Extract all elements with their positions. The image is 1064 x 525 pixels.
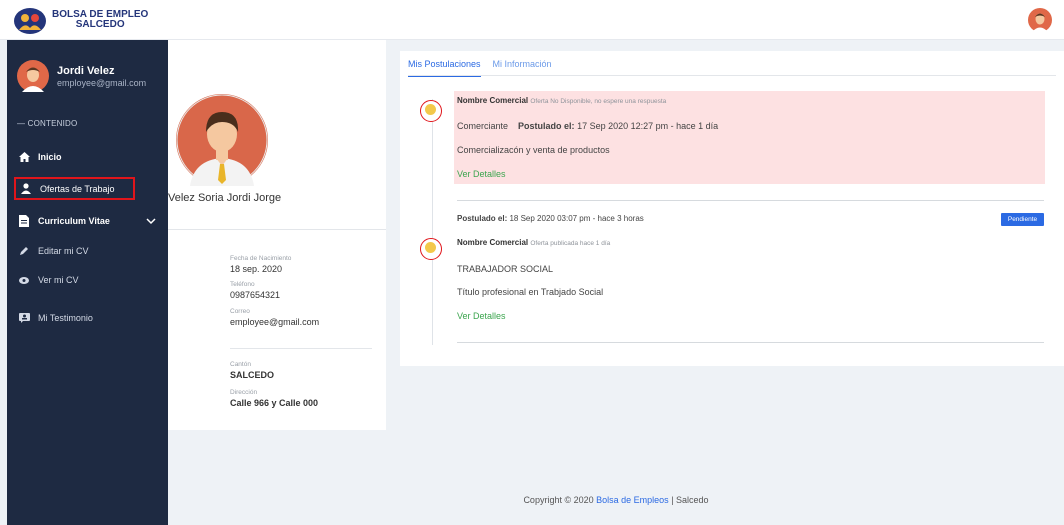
field-value: 0987654321	[230, 290, 281, 300]
document-icon	[18, 215, 30, 227]
details-link[interactable]: Ver Detalles	[457, 311, 506, 321]
field-value: Calle 966 y Calle 000	[230, 398, 319, 408]
divider	[168, 229, 386, 230]
field-label: Dirección	[230, 389, 258, 396]
company-name: Nombre Comercial	[457, 238, 529, 247]
timeline-line	[432, 99, 433, 345]
postulation-description: Comercializacón y venta de productos	[457, 145, 610, 155]
profile-card: Velez Soria Jordi Jorge Fecha de Nacimie…	[168, 40, 386, 430]
field-label: Correo	[230, 308, 250, 315]
avatar[interactable]	[1028, 8, 1052, 32]
divider	[230, 348, 372, 349]
field-label: Fecha de Nacimiento	[230, 255, 292, 262]
sidebar-item-ofertas[interactable]: Ofertas de Trabajo	[14, 177, 135, 200]
field-phone: Teléfono 0987654321	[230, 281, 280, 300]
postulation-card: Nombre Comercial Oferta No Disponible, n…	[454, 91, 1045, 184]
postulation-position-line: Comerciante Postulado el: 17 Sep 2020 12…	[457, 121, 718, 131]
position: TRABAJADOR SOCIAL	[457, 264, 554, 274]
sidebar-item-editar-cv[interactable]: Editar mi CV	[12, 240, 162, 262]
profile-full-name: Velez Soria Jordi Jorge	[168, 192, 282, 204]
tabs-underline	[408, 75, 1056, 76]
sidebar-user-email: employee@gmail.com	[57, 77, 147, 88]
divider	[457, 200, 1044, 201]
sidebar-item-label: Curriculum Vitae	[38, 216, 110, 226]
sidebar-item-label: Ver mi CV	[38, 275, 79, 285]
field-label: Teléfono	[230, 281, 255, 288]
applied-value: 18 Sep 2020 03:07 pm - hace 3 horas	[509, 214, 644, 223]
brand[interactable]: BOLSA DE EMPLEO SALCEDO	[12, 4, 148, 36]
applied-label: Postulado el:	[457, 214, 508, 223]
sidebar-item-label: Mi Testimonio	[38, 313, 93, 323]
sidebar-item-label: Editar mi CV	[38, 246, 89, 256]
sidebar-item-inicio[interactable]: Inicio	[12, 146, 162, 168]
company-note: Oferta No Disponible, no espere una resp…	[530, 98, 667, 105]
company-logo-icon	[420, 238, 442, 260]
sidebar: Jordi Velez employee@gmail.com — CONTENI…	[7, 40, 168, 525]
eye-icon	[18, 274, 30, 286]
sidebar-item-label: Ofertas de Trabajo	[40, 183, 115, 194]
sidebar-item-ver-cv[interactable]: Ver mi CV	[12, 269, 162, 291]
field-canton: Cantón SALCEDO	[230, 361, 274, 380]
field-birth: Fecha de Nacimiento 18 sep. 2020	[230, 255, 291, 274]
status-badge: Pendiente	[1001, 213, 1044, 226]
sidebar-user[interactable]: Jordi Velez employee@gmail.com	[17, 60, 146, 92]
footer-copyright: Copyright © 2020	[523, 495, 594, 505]
sidebar-item-label: Inicio	[38, 152, 62, 162]
company-name: Nombre Comercial	[457, 96, 529, 105]
postulation-header: Nombre Comercial Oferta No Disponible, n…	[457, 96, 666, 105]
postulation-description: Título profesional en Trabjado Social	[457, 287, 604, 297]
brand-logo-icon	[14, 8, 46, 34]
user-icon	[20, 183, 32, 195]
footer-link[interactable]: Bolsa de Empleos	[596, 495, 669, 505]
field-value: SALCEDO	[230, 370, 275, 380]
top-bar: BOLSA DE EMPLEO SALCEDO	[0, 0, 1064, 40]
brand-line2: SALCEDO	[75, 19, 125, 30]
details-link[interactable]: Ver Detalles	[457, 169, 506, 179]
company-logo-icon	[420, 100, 442, 122]
pencil-icon	[18, 245, 30, 257]
sidebar-item-testimonio[interactable]: Mi Testimonio	[12, 307, 162, 329]
sidebar-section-label: — CONTENIDO	[17, 119, 78, 128]
applied-label: Postulado el:	[518, 121, 575, 131]
field-label: Cantón	[230, 361, 251, 368]
testimonial-icon	[18, 312, 30, 324]
brand-text: BOLSA DE EMPLEO SALCEDO	[52, 10, 148, 30]
sidebar-user-name: Jordi Velez	[57, 64, 115, 77]
sidebar-item-curriculum[interactable]: Curriculum Vitae	[12, 210, 162, 232]
applied-value: 17 Sep 2020 12:27 pm - hace 1 día	[577, 121, 719, 131]
position: Comerciante	[457, 121, 509, 131]
company-note: Oferta publicada hace 1 día	[530, 240, 611, 247]
home-icon	[18, 151, 30, 163]
chevron-down-icon[interactable]	[146, 216, 156, 226]
postulations-panel: Mis Postulaciones Mi Información Nombre …	[400, 51, 1064, 366]
divider	[457, 342, 1044, 343]
footer-suffix: | Salcedo	[671, 495, 709, 505]
field-value: employee@gmail.com	[230, 317, 320, 327]
field-address: Dirección Calle 966 y Calle 000	[230, 389, 318, 408]
profile-photo	[176, 94, 268, 186]
footer: Copyright © 2020 Bolsa de Empleos | Salc…	[168, 495, 1064, 505]
field-value: 18 sep. 2020	[230, 264, 283, 274]
avatar	[17, 60, 49, 92]
postulation-header: Nombre Comercial Oferta publicada hace 1…	[457, 238, 610, 247]
field-email: Correo employee@gmail.com	[230, 308, 319, 327]
postulation-date-line: Postulado el: 18 Sep 2020 03:07 pm - hac…	[457, 214, 644, 223]
